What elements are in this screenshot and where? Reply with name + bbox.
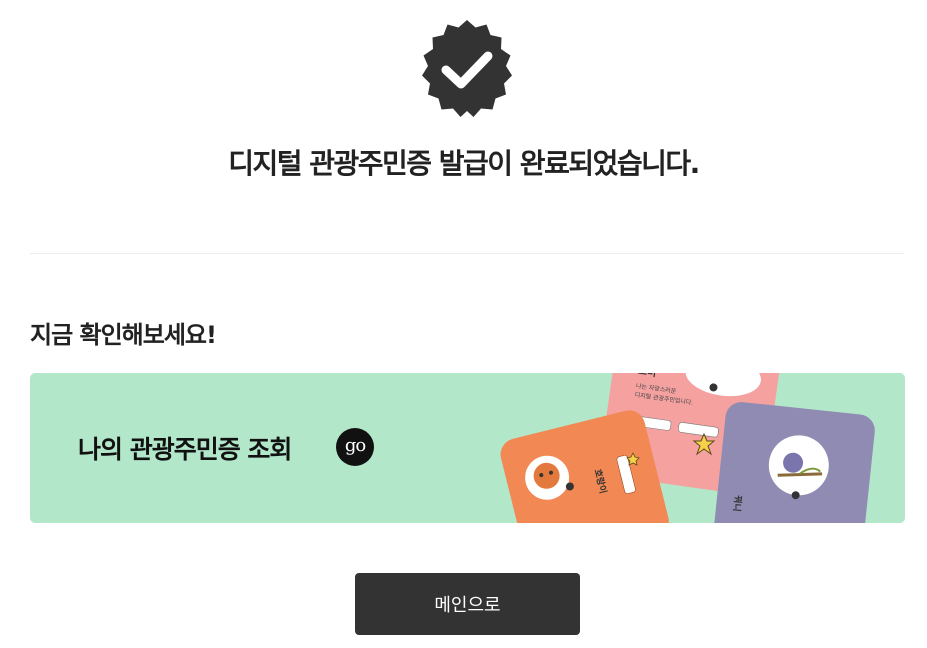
go-to-main-button[interactable]: 메인으로 [355,573,580,635]
my-resident-card-banner[interactable]: 고미 나는 자랑스러운 디지털 관광주민입니다. 꿔니 [30,373,905,523]
issue-complete-page: 디지털 관광주민증 발급이 완료되었습니다. 지금 확인해보세요! 고미 나는 … [0,0,927,648]
section-divider [30,253,904,254]
verified-check-badge-icon [415,18,519,122]
completion-title: 디지털 관광주민증 발급이 완료되었습니다. [228,147,700,180]
card-purple: 꿔니 [712,402,875,523]
promo-heading: 지금 확인해보세요! [30,321,217,349]
go-badge-icon[interactable]: go [336,428,374,466]
banner-title: 나의 관광주민증 조회 [78,435,292,464]
